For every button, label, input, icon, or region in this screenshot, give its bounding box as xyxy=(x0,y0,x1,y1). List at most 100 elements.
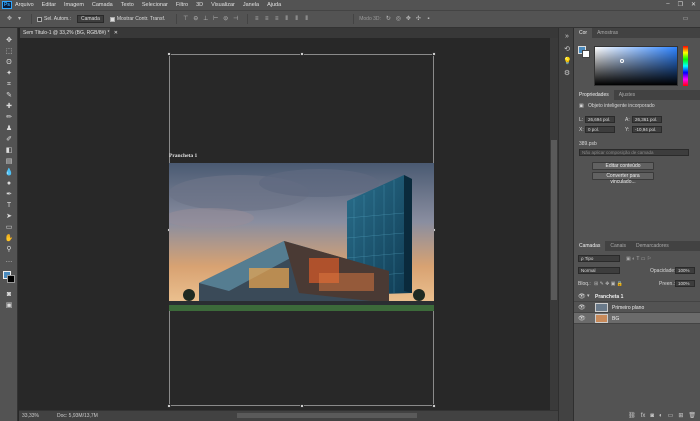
layer-row[interactable]: 👁 BG xyxy=(574,313,700,324)
dodge-icon[interactable]: ● xyxy=(4,179,14,188)
trash-icon[interactable]: 🗑 xyxy=(688,412,696,419)
close-icon[interactable]: ✕ xyxy=(691,1,696,8)
brush-icon[interactable]: ✏ xyxy=(4,113,14,122)
transform-handle[interactable] xyxy=(432,52,436,56)
blend-mode-select[interactable]: Normal xyxy=(578,267,620,274)
y-field[interactable]: -10,94 pol. xyxy=(632,126,662,133)
more-tools-icon[interactable]: … xyxy=(4,256,14,265)
menu-selecionar[interactable]: Selecionar xyxy=(142,2,168,8)
lasso-icon[interactable]: ʘ xyxy=(4,58,14,67)
minimize-icon[interactable]: – xyxy=(666,1,669,8)
align-right-icon[interactable]: ⊣ xyxy=(232,16,239,23)
align-hcenter-icon[interactable]: ⦶ xyxy=(222,16,229,23)
eyedropper-icon[interactable]: ✎ xyxy=(4,91,14,100)
history-brush-icon[interactable]: ✐ xyxy=(4,135,14,144)
transform-handle[interactable] xyxy=(300,52,304,56)
gradient-icon[interactable]: ▤ xyxy=(4,157,14,166)
visibility-eye-icon[interactable]: 👁 xyxy=(578,315,586,322)
path-selection-icon[interactable]: ➤ xyxy=(4,212,14,221)
tab-paths[interactable]: Demarcadores xyxy=(631,241,674,251)
transform-handle[interactable] xyxy=(167,404,171,408)
eraser-icon[interactable]: ◧ xyxy=(4,146,14,155)
link-icon[interactable]: ⛓ xyxy=(628,412,636,419)
visibility-eye-icon[interactable]: 👁 xyxy=(578,304,586,311)
convert-linked-button[interactable]: Converter para vinculado... xyxy=(592,172,654,185)
close-tab-icon[interactable]: ✕ xyxy=(114,30,118,36)
mask-icon[interactable]: ◙ xyxy=(650,413,654,419)
tab-channels[interactable]: Canais xyxy=(605,241,631,251)
distribute-6-icon[interactable]: ⦀ xyxy=(303,16,310,23)
3d-scale-icon[interactable]: ▪ xyxy=(425,16,432,23)
history-icon[interactable]: ⟲ xyxy=(563,46,571,54)
document-tab[interactable]: Sem Título-1 @ 33,2% (BG, RGB/8#) * ✕ xyxy=(20,28,118,38)
distribute-3-icon[interactable]: ≡ xyxy=(273,16,280,23)
layer-filter-select[interactable]: ρ Tipo xyxy=(578,255,620,262)
transform-handle[interactable] xyxy=(300,404,304,408)
blur-icon[interactable]: 💧 xyxy=(4,168,14,177)
marquee-icon[interactable]: ⬚ xyxy=(4,47,14,56)
magic-wand-icon[interactable]: ✦ xyxy=(4,69,14,78)
opacity-field[interactable]: 100% xyxy=(675,267,695,274)
menu-ajuda[interactable]: Ajuda xyxy=(267,2,281,8)
timeline-icon[interactable]: ⚙ xyxy=(563,70,571,78)
color-picker-cursor[interactable] xyxy=(620,59,624,63)
distribute-5-icon[interactable]: ⦀ xyxy=(293,16,300,23)
3d-roll-icon[interactable]: ◎ xyxy=(395,16,402,23)
hand-icon[interactable]: ✋ xyxy=(4,234,14,243)
move-tool-icon[interactable]: ✥ xyxy=(6,16,13,23)
align-left-icon[interactable]: ⊢ xyxy=(212,16,219,23)
autoselect-checkbox[interactable] xyxy=(37,16,42,22)
lock-icons[interactable]: ⊞ ✎ ✥ ▣ 🔒 xyxy=(594,281,623,287)
background-swatch[interactable] xyxy=(582,50,590,58)
transform-handle[interactable] xyxy=(167,52,171,56)
menu-texto[interactable]: Texto xyxy=(121,2,134,8)
distribute-1-icon[interactable]: ≡ xyxy=(253,16,260,23)
height-field[interactable]: 26,361 pol. xyxy=(632,116,662,123)
artboard-label[interactable]: Prancheta 1 xyxy=(169,153,197,159)
transform-handle[interactable] xyxy=(432,404,436,408)
clone-stamp-icon[interactable]: ♟ xyxy=(4,124,14,133)
show-transform-option[interactable]: Mostrar Contr. Transf. xyxy=(109,16,165,22)
menu-filtro[interactable]: Filtro xyxy=(176,2,188,8)
show-transform-checkbox[interactable] xyxy=(109,16,115,22)
dropdown-icon[interactable]: ▾ xyxy=(16,16,23,23)
width-field[interactable]: 26,694 pol. xyxy=(585,116,615,123)
quick-mask-icon[interactable]: ◙ xyxy=(4,290,14,299)
menu-visualizar[interactable]: Visualizar xyxy=(211,2,235,8)
zoom-level[interactable]: 33,33% xyxy=(22,413,39,419)
adjustment-icon[interactable]: ◐ xyxy=(659,413,663,419)
layer-row[interactable]: 👁 Primeiro plano xyxy=(574,302,700,313)
new-layer-icon[interactable]: ⊞ xyxy=(678,412,683,419)
workspace-icon[interactable]: ▭ xyxy=(682,16,689,23)
align-top-icon[interactable]: ⊤ xyxy=(182,16,189,23)
distribute-2-icon[interactable]: ≡ xyxy=(263,16,270,23)
restore-icon[interactable]: ❐ xyxy=(678,1,683,8)
hue-slider[interactable] xyxy=(683,46,688,86)
autoselect-option[interactable]: Sel. Autom.: xyxy=(37,16,71,22)
move-icon[interactable]: ✥ xyxy=(4,36,14,45)
collapse-panels-icon[interactable]: » xyxy=(563,33,571,41)
tab-properties[interactable]: Propriedades xyxy=(574,90,614,100)
menu-arquivo[interactable]: Arquivo xyxy=(15,2,34,8)
color-picker-field[interactable] xyxy=(594,46,678,86)
folder-icon[interactable]: ▭ xyxy=(668,412,674,419)
vertical-scroll-thumb[interactable] xyxy=(551,140,557,300)
3d-pan-icon[interactable]: ✥ xyxy=(405,16,412,23)
menu-camada[interactable]: Camada xyxy=(92,2,113,8)
tab-swatches[interactable]: Amostras xyxy=(592,28,623,38)
menu-3d[interactable]: 3D xyxy=(196,2,203,8)
distribute-4-icon[interactable]: ⦀ xyxy=(283,16,290,23)
tab-layers[interactable]: Camadas xyxy=(574,241,606,251)
light-bulb-icon[interactable]: 💡 xyxy=(563,58,572,66)
tab-color[interactable]: Cor xyxy=(574,28,593,38)
layer-row[interactable]: 👁 ▾ Prancheta 1 xyxy=(574,291,700,302)
3d-slide-icon[interactable]: ✣ xyxy=(415,16,422,23)
crop-icon[interactable]: ⌗ xyxy=(4,80,14,89)
layer-comp-select[interactable]: Não aplicar composição de camada xyxy=(579,149,689,156)
align-vcenter-icon[interactable]: ⊖ xyxy=(192,16,199,23)
3d-rotate-icon[interactable]: ↻ xyxy=(385,16,392,23)
fx-icon[interactable]: fx xyxy=(641,413,646,419)
filter-icons[interactable]: ▣ ◐ T ▭ ⚐ xyxy=(626,256,651,262)
autoselect-dropdown[interactable]: Camada xyxy=(76,15,104,23)
fill-field[interactable]: 100% xyxy=(675,280,695,287)
